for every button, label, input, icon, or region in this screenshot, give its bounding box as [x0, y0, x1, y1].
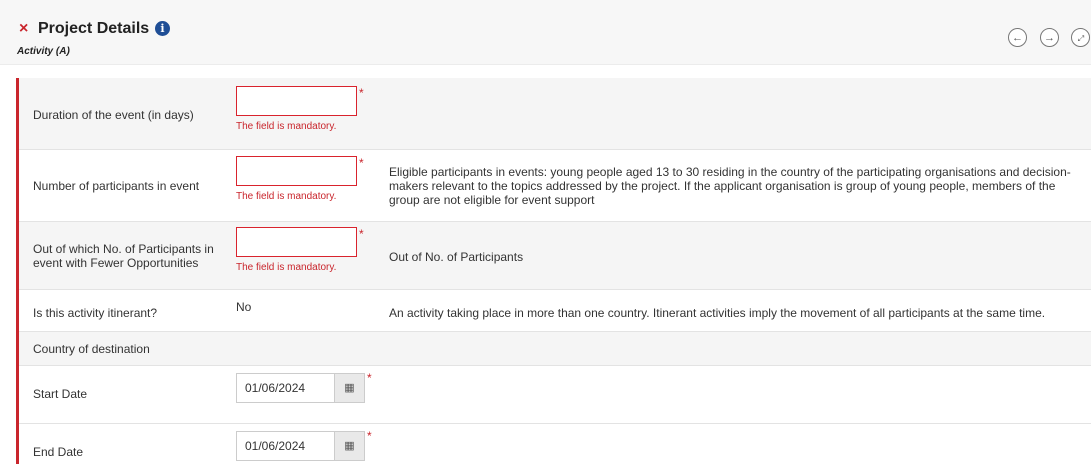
form-row-end-date: End Date ▦ * [19, 424, 1091, 464]
field-label: Start Date [33, 387, 88, 401]
page-subtitle: Activity (A) [17, 46, 70, 57]
form-row-start-date: Start Date ▦ * [19, 366, 1091, 424]
arrow-left-icon[interactable]: ← [1008, 28, 1027, 47]
info-icon[interactable]: i [155, 21, 170, 36]
form-row-destination: Country of destination [19, 332, 1091, 366]
field-label-line: Out of which No. of Participants in [33, 242, 214, 256]
start-date-input[interactable] [236, 373, 334, 403]
field-hint: An activity taking place in more than on… [389, 306, 1046, 320]
calendar-icon[interactable]: ▦ [334, 373, 365, 403]
page-title: Project Details [38, 20, 150, 37]
end-date-input[interactable] [236, 431, 334, 461]
form-row-fewer-opportunities: Out of which No. of Participants in event… [19, 222, 1091, 290]
arrow-right-icon[interactable]: → [1040, 28, 1059, 47]
error-message: The field is mandatory. [236, 191, 337, 202]
fewer-opportunities-input[interactable] [236, 227, 357, 257]
field-label: Country of destination [33, 342, 150, 356]
field-label: Number of participants in event [33, 179, 200, 193]
required-marker: * [367, 371, 372, 385]
field-hint: Out of No. of Participants [389, 250, 524, 264]
form-row-itinerant: Is this activity itinerant? No An activi… [19, 290, 1091, 332]
participants-input[interactable] [236, 156, 357, 186]
field-label: End Date [33, 445, 84, 459]
required-marker: * [359, 156, 364, 170]
error-message: The field is mandatory. [236, 121, 337, 132]
form-row-duration: Duration of the event (in days) * The fi… [19, 78, 1091, 150]
itinerant-value: No [236, 300, 252, 314]
required-marker: * [359, 86, 364, 100]
expand-icon[interactable]: ⤢ [1071, 28, 1090, 47]
required-marker: * [367, 429, 372, 443]
field-hint: Eligible participants in events: young p… [389, 165, 1071, 207]
field-label: Duration of the event (in days) [33, 108, 194, 122]
calendar-icon[interactable]: ▦ [334, 431, 365, 461]
field-label: Out of which No. of Participants in event… [33, 242, 214, 270]
field-label: Is this activity itinerant? [33, 306, 158, 320]
duration-input[interactable] [236, 86, 357, 116]
panel-header: × Project Details i Activity (A) ← → ⤢ [0, 0, 1091, 65]
field-label-line: event with Fewer Opportunities [33, 256, 199, 270]
form-row-participants: Number of participants in event * The fi… [19, 150, 1091, 222]
error-message: The field is mandatory. [236, 262, 337, 273]
required-marker: * [359, 227, 364, 241]
activity-form: Duration of the event (in days) * The fi… [16, 78, 1091, 464]
close-icon[interactable]: × [19, 21, 28, 37]
